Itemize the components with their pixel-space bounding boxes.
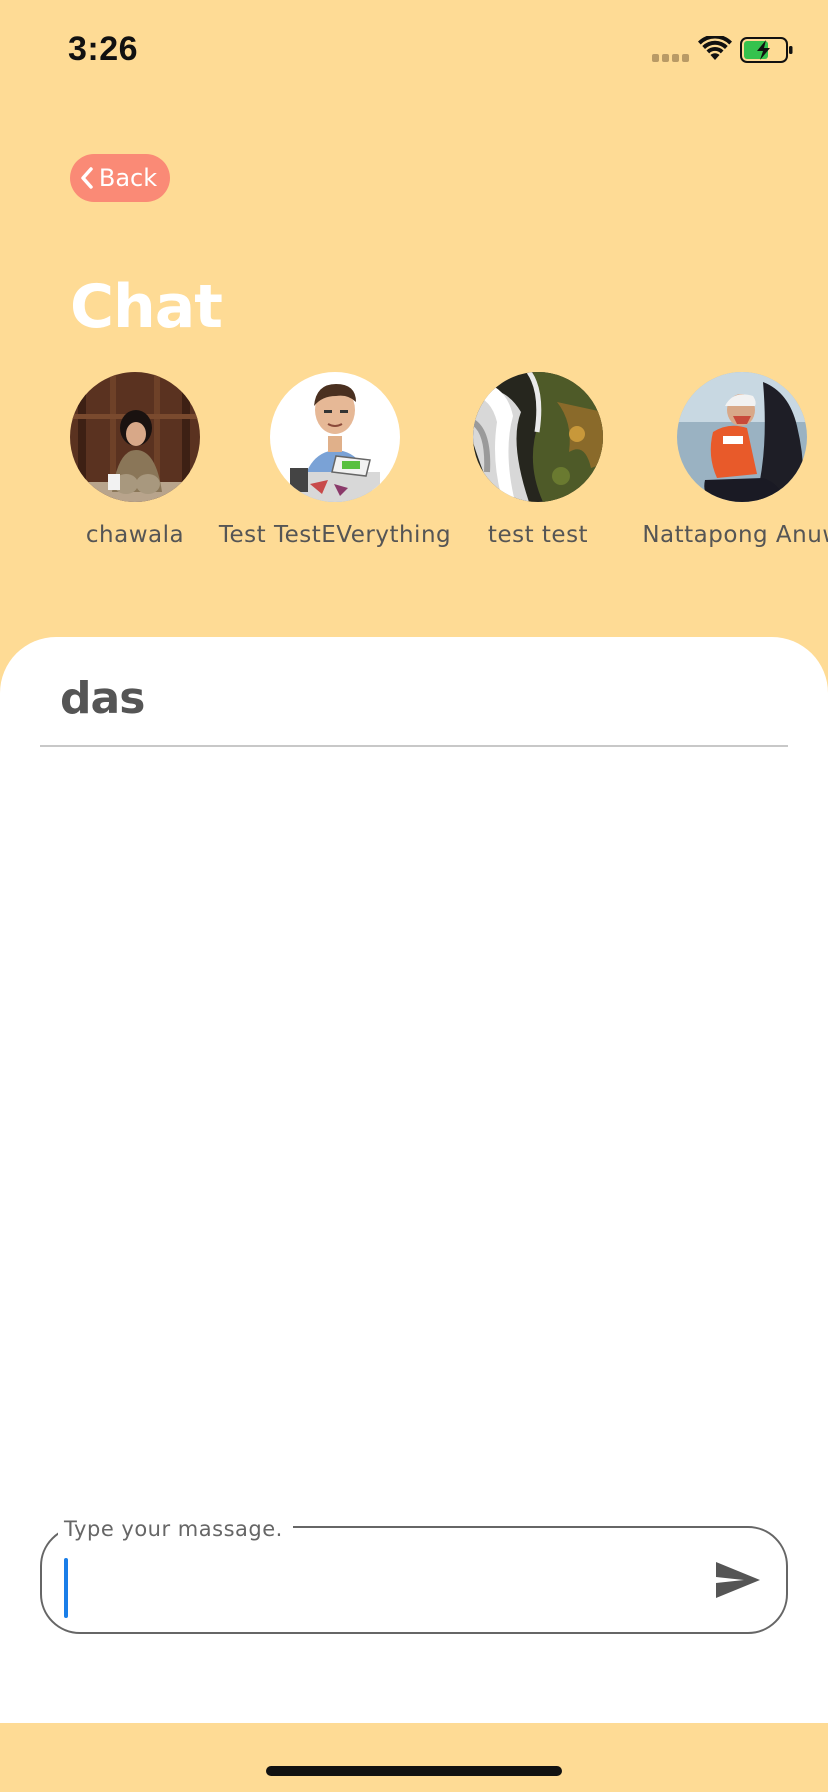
back-button[interactable]: Back xyxy=(70,154,170,202)
conversation-title: das xyxy=(60,673,145,724)
avatar xyxy=(270,372,400,502)
avatar xyxy=(70,372,200,502)
status-bar: 3:26 xyxy=(0,0,828,100)
page-title: Chat xyxy=(70,272,223,342)
back-button-label: Back xyxy=(98,164,158,192)
battery-charging-icon xyxy=(740,37,793,63)
text-cursor xyxy=(64,1558,68,1618)
home-indicator[interactable] xyxy=(266,1766,562,1776)
chevron-left-icon xyxy=(81,167,93,189)
send-icon[interactable] xyxy=(714,1558,762,1602)
contacts-carousel[interactable]: chawala Test TestEVerything test test Na… xyxy=(0,372,828,552)
wifi-icon xyxy=(698,36,732,60)
avatar xyxy=(473,372,603,502)
avatar xyxy=(677,372,807,502)
contact-name: Nattapong Anuw xyxy=(642,522,828,548)
cellular-signal-icon xyxy=(652,54,689,62)
divider xyxy=(40,745,788,747)
status-time: 3:26 xyxy=(68,30,139,68)
message-input[interactable] xyxy=(62,1550,702,1612)
chat-panel: das Type your massage. xyxy=(0,637,828,1723)
message-input-label: Type your massage. xyxy=(58,1514,293,1544)
contact-item-nattapong[interactable]: Nattapong Anuw xyxy=(622,372,828,552)
message-composer[interactable]: Type your massage. xyxy=(40,1514,788,1634)
